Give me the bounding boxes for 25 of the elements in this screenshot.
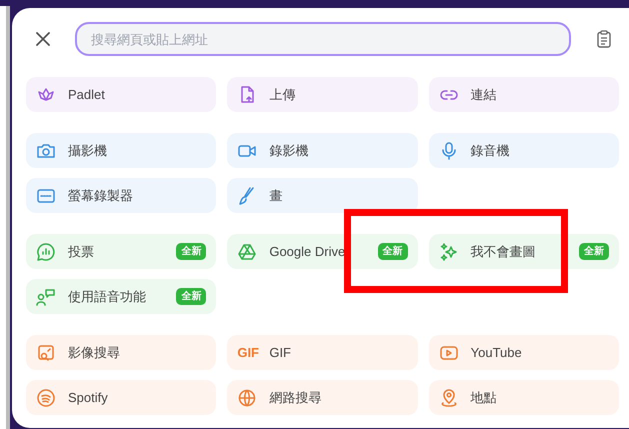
option-button[interactable]: GIF GIF (227, 335, 418, 370)
search-field[interactable]: 搜尋網頁或貼上網址 (75, 22, 571, 56)
option-button[interactable]: Google Drive 全新 (227, 234, 418, 269)
option-button[interactable]: 影像搜尋 (26, 335, 216, 370)
option-button[interactable]: 錄音機 (428, 133, 619, 168)
option-button[interactable]: 畫 (227, 178, 418, 213)
option-button[interactable]: 網路搜尋 (227, 380, 418, 415)
option-button[interactable]: 攝影機 (26, 133, 216, 168)
new-badge: 全新 (578, 243, 609, 260)
option-button[interactable]: 連結 (428, 77, 619, 112)
new-badge: 全新 (378, 243, 408, 260)
option-button[interactable]: 地點 (428, 380, 619, 415)
clipboard-icon[interactable] (597, 30, 611, 48)
option-button[interactable]: YouTube (428, 335, 619, 370)
option-button[interactable]: 錄影機 (227, 133, 418, 168)
new-badge: 全新 (176, 288, 206, 305)
option-button[interactable]: 我不會畫圖 全新 (428, 234, 619, 269)
option-button[interactable]: 螢幕錄製器 (26, 178, 216, 213)
option-button[interactable]: Padlet (26, 77, 216, 112)
option-button[interactable]: 投票 全新 (26, 234, 216, 269)
option-button[interactable]: 上傳 (227, 77, 418, 112)
option-button[interactable]: 使用語音功能 全新 (26, 279, 216, 314)
option-button[interactable]: Spotify (26, 380, 216, 415)
gif-icon: GIF (237, 342, 260, 362)
new-badge: 全新 (176, 243, 206, 260)
